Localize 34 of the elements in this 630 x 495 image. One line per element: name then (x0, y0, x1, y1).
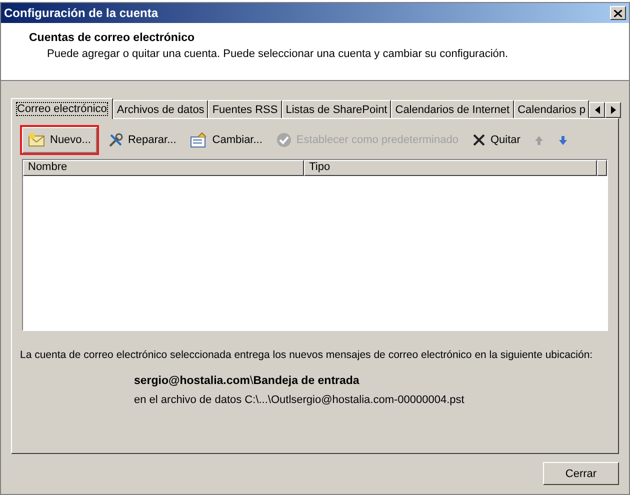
tab[interactable]: Archivos de datos (112, 100, 208, 118)
left-triangle-icon (594, 106, 600, 114)
right-triangle-icon (610, 106, 616, 114)
tab[interactable]: Fuentes RSS (208, 100, 282, 118)
scroll-right-button[interactable] (605, 102, 622, 118)
toolbar-button[interactable]: Reparar... (102, 129, 182, 151)
down-arrow-icon (558, 134, 568, 146)
toolbar-button[interactable]: Quitar (467, 130, 526, 150)
scroll-left-button[interactable] (589, 102, 606, 118)
toolbar-button[interactable]: Nuevo... (20, 125, 99, 155)
file-path-text: en el archivo de datos C:\...\Outlsergio@hostalia.com-00000004.pst (134, 394, 466, 406)
tab[interactable]: Listas de SharePoint (282, 100, 392, 118)
close-icon (472, 133, 486, 147)
tab[interactable]: Correo electrónico (11, 98, 113, 119)
window-title: Configuración de la cuenta (4, 6, 158, 20)
up-arrow-icon (534, 134, 544, 146)
column-header[interactable]: Nombre (23, 160, 304, 176)
tab[interactable]: Calendarios de Internet (391, 100, 514, 118)
description-text: La cuenta de correo electrónico seleccionada entrega los nuevos mensajes de correo electrónico en la siguiente ubicación: (20, 349, 594, 361)
toolbar-button[interactable]: Cambiar... (185, 129, 268, 151)
envelope-icon (28, 132, 46, 148)
tab[interactable]: Calendarios p (514, 100, 590, 118)
card-icon (190, 132, 208, 148)
column-header[interactable]: Tipo (304, 160, 597, 176)
location-text: sergio@hostalia.com\Bandeja de entrada (134, 375, 360, 387)
tools-icon (108, 132, 124, 148)
close-icon (614, 10, 622, 16)
account-list[interactable]: Nombre Tipo (22, 159, 608, 331)
checkmark-icon (276, 132, 292, 148)
close-button[interactable] (610, 6, 626, 20)
column-header-filler (597, 160, 607, 176)
header-subtitle: Puede agregar o quitar una cuenta. Puede seleccionar una cuenta y cambiar su configuración. (47, 48, 510, 60)
header-title: Cuentas de correo electrónico (29, 32, 196, 44)
close-dialog-button[interactable]: Cerrar (543, 462, 619, 485)
